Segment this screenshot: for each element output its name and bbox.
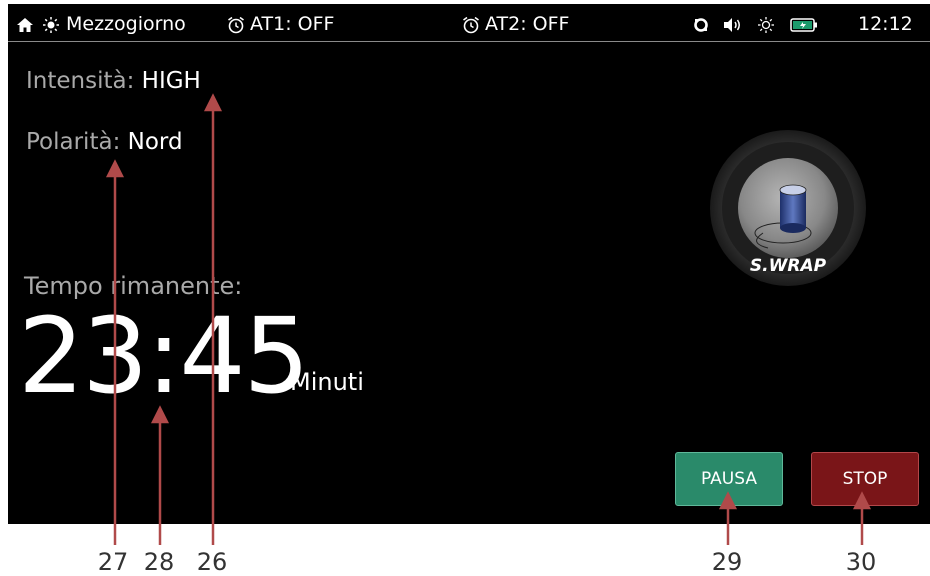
alarm2-status: AT2: OFF <box>485 13 570 35</box>
callout-26: 26 <box>196 548 228 576</box>
sync-icon <box>692 13 710 35</box>
intensity-label: Intensità: <box>26 68 135 94</box>
intensity-value: HIGH <box>141 68 201 94</box>
battery-charging-icon <box>790 13 818 35</box>
polarity-value: Nord <box>127 129 183 155</box>
clock-time: 12:12 <box>858 13 913 35</box>
status-divider <box>8 41 930 42</box>
polarity-label: Polarità: <box>26 129 121 155</box>
alarm-clock-icon <box>226 13 246 35</box>
volume-icon <box>722 13 742 35</box>
mode-label: Mezzogiorno <box>66 13 186 35</box>
remaining-time-unit: Minuti <box>290 368 364 396</box>
callout-29: 29 <box>711 548 743 576</box>
remaining-time-value: 23:45 <box>18 295 310 417</box>
device-coil-icon: S.WRAP <box>708 128 868 292</box>
status-bar: Mezzogiorno AT1: OFF AT2: OFF 12:12 <box>8 4 930 42</box>
device-screen: Mezzogiorno AT1: OFF AT2: OFF 12:12 Inte… <box>8 4 930 524</box>
device-name: S.WRAP <box>750 256 827 276</box>
home-icon[interactable] <box>16 13 34 35</box>
callout-30: 30 <box>845 548 877 576</box>
sun-icon <box>42 13 60 35</box>
brightness-icon <box>757 13 775 35</box>
alarm-clock-icon <box>461 13 481 35</box>
stop-button[interactable]: STOP <box>811 452 919 506</box>
callout-28: 28 <box>143 548 175 576</box>
polarity-row: Polarità: Nord <box>26 129 183 155</box>
intensity-row: Intensità: HIGH <box>26 68 201 94</box>
alarm1-status: AT1: OFF <box>250 13 335 35</box>
pause-button[interactable]: PAUSA <box>675 452 783 506</box>
callout-27: 27 <box>97 548 129 576</box>
